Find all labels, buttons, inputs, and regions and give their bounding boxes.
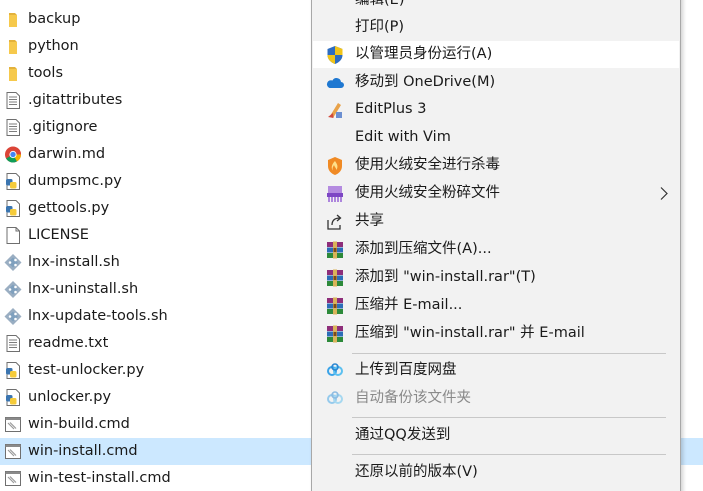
menu-item[interactable]: 通过QQ发送到	[313, 422, 679, 449]
file-name: .gitattributes	[28, 92, 123, 108]
menu-item[interactable]: 打印(P)	[313, 14, 679, 41]
shredder-icon	[325, 184, 345, 204]
menu-item[interactable]: 共享	[313, 208, 679, 235]
baidu-netdisk-icon	[325, 389, 345, 409]
folder-icon	[4, 64, 22, 83]
winrar-icon	[325, 324, 345, 344]
git-file-icon	[4, 280, 22, 299]
menu-item-label: 添加到 "win-install.rar"(T)	[355, 269, 536, 285]
menu-separator	[352, 353, 666, 354]
file-name: win-test-install.cmd	[28, 470, 171, 486]
menu-item[interactable]: 以管理员身份运行(A)	[313, 41, 679, 68]
menu-item: 自动备份该文件夹	[313, 385, 679, 412]
file-name: gettools.py	[28, 200, 110, 216]
menu-separator	[352, 454, 666, 455]
git-file-icon	[4, 253, 22, 272]
chevron-right-icon	[659, 186, 669, 201]
winrar-icon	[325, 240, 345, 260]
menu-item-label: 移动到 OneDrive(M)	[355, 74, 496, 90]
menu-item[interactable]: 添加到 "win-install.rar"(T)	[313, 264, 679, 291]
git-file-icon	[4, 307, 22, 326]
text-file-icon	[4, 91, 22, 110]
file-name: tools	[28, 65, 64, 81]
file-name: unlocker.py	[28, 389, 112, 405]
menu-item-label: 编辑(E)	[355, 0, 405, 8]
python-file-icon	[4, 388, 22, 407]
cmd-file-icon	[4, 469, 22, 488]
file-name: dumpsmc.py	[28, 173, 122, 189]
file-name: lnx-update-tools.sh	[28, 308, 168, 324]
text-file-icon	[4, 334, 22, 353]
winrar-icon	[325, 296, 345, 316]
baidu-netdisk-icon	[325, 361, 345, 381]
huorong-shield-icon	[325, 156, 345, 176]
file-name: win-build.cmd	[28, 416, 130, 432]
python-file-icon	[4, 172, 22, 191]
uac-shield-icon	[325, 45, 345, 65]
file-name: test-unlocker.py	[28, 362, 145, 378]
menu-item-label: 使用火绒安全进行杀毒	[355, 157, 500, 173]
menu-item-label: Edit with Vim	[355, 129, 451, 145]
menu-item-label: 使用火绒安全粉碎文件	[355, 185, 500, 201]
menu-item[interactable]: 编辑(E)	[313, 0, 679, 14]
context-menu: 编辑(E) 打印(P) 以管理员身份运行(A) 移动到 OneDrive(M) Edit…	[311, 0, 681, 491]
file-name: lnx-install.sh	[28, 254, 120, 270]
menu-item-label: 添加到压缩文件(A)...	[355, 241, 492, 257]
menu-item[interactable]: 移动到 OneDrive(M)	[313, 69, 679, 96]
share-icon	[325, 212, 345, 232]
file-name: .gitignore	[28, 119, 98, 135]
python-file-icon	[4, 199, 22, 218]
python-file-icon	[4, 361, 22, 380]
file-name: win-install.cmd	[28, 443, 138, 459]
menu-item-label: 打印(P)	[355, 19, 405, 35]
folder-icon	[4, 37, 22, 56]
menu-item[interactable]: 使用火绒安全进行杀毒	[313, 152, 679, 179]
menu-item-label: 通过QQ发送到	[355, 427, 451, 443]
menu-separator	[352, 417, 666, 418]
menu-item[interactable]: 使用火绒安全粉碎文件	[313, 180, 679, 207]
menu-item-label: EditPlus 3	[355, 101, 427, 117]
file-name: python	[28, 38, 79, 54]
file-name: LICENSE	[28, 227, 89, 243]
menu-item[interactable]: Edit with Vim	[313, 124, 679, 151]
menu-item[interactable]: EditPlus 3	[313, 96, 679, 123]
file-name: lnx-uninstall.sh	[28, 281, 139, 297]
menu-item[interactable]: 压缩并 E-mail...	[313, 292, 679, 319]
chrome-icon	[4, 145, 22, 164]
editplus-icon	[325, 100, 345, 120]
menu-item[interactable]: 上传到百度网盘	[313, 357, 679, 384]
menu-item-label: 压缩到 "win-install.rar" 并 E-mail	[355, 325, 585, 341]
onedrive-cloud-icon	[325, 73, 345, 93]
blank-file-icon	[4, 226, 22, 245]
file-name: readme.txt	[28, 335, 109, 351]
cmd-file-icon	[4, 442, 22, 461]
cmd-file-icon	[4, 415, 22, 434]
menu-item-label: 压缩并 E-mail...	[355, 297, 463, 313]
text-file-icon	[4, 118, 22, 137]
menu-item-label: 上传到百度网盘	[355, 362, 457, 378]
menu-item[interactable]: 添加到压缩文件(A)...	[313, 236, 679, 263]
menu-item[interactable]: 压缩到 "win-install.rar" 并 E-mail	[313, 320, 679, 347]
menu-item-label: 自动备份该文件夹	[355, 390, 471, 406]
menu-item-label: 还原以前的版本(V)	[355, 464, 478, 480]
menu-item-label: 共享	[355, 213, 384, 229]
folder-icon	[4, 10, 22, 29]
menu-item-label: 以管理员身份运行(A)	[355, 46, 493, 62]
winrar-icon	[325, 268, 345, 288]
file-name: darwin.md	[28, 146, 106, 162]
file-name: backup	[28, 11, 81, 27]
menu-item[interactable]: 还原以前的版本(V)	[313, 459, 679, 486]
